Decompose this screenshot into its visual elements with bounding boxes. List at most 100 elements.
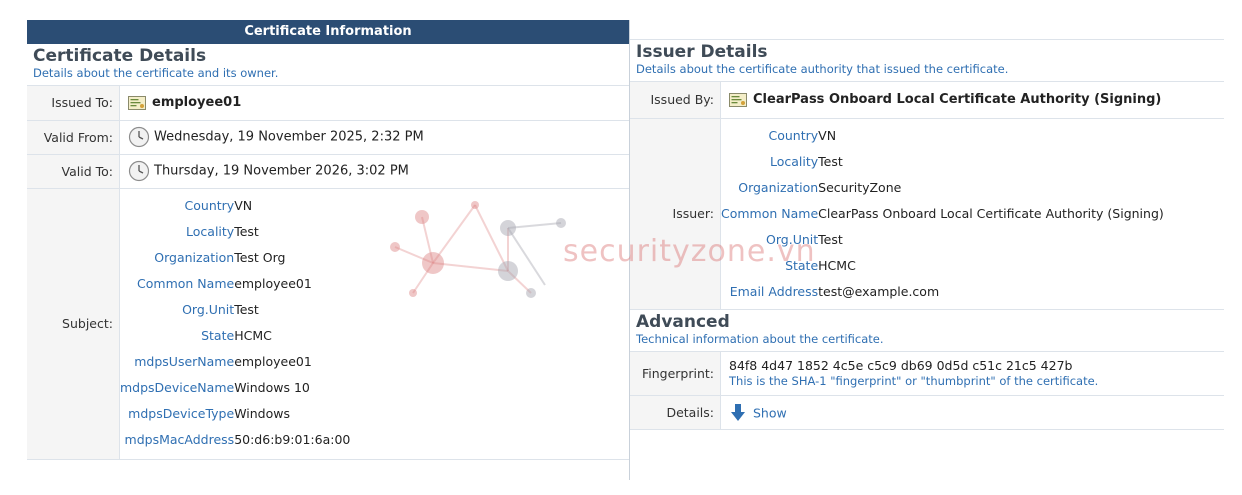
field-row: Email Address test@example.com xyxy=(721,279,1164,305)
certificate-icon xyxy=(729,92,747,107)
field-value: Test Org xyxy=(234,250,286,265)
field-key: mdpsMacAddress xyxy=(124,432,235,447)
field-row: mdpsDeviceName Windows 10 xyxy=(120,375,350,401)
fingerprint-value: 84f8 4d47 1852 4c5e c5c9 db69 0d5d c51c … xyxy=(729,358,1073,374)
fingerprint-note: This is the SHA-1 "fingerprint" or "thum… xyxy=(729,374,1099,389)
issued-by-cell: ClearPass Onboard Local Certificate Auth… xyxy=(720,82,1224,119)
details-label: Details: xyxy=(630,395,721,430)
field-value: Test xyxy=(234,224,259,239)
field-key: Country xyxy=(184,198,235,213)
field-key: mdpsDeviceName xyxy=(120,380,235,395)
issued-to-cell: employee01 xyxy=(119,86,629,121)
clock-icon xyxy=(128,160,150,182)
field-key: Country xyxy=(768,128,819,143)
valid-to-value: Thursday, 19 November 2026, 3:02 PM xyxy=(154,163,409,179)
valid-from-cell: Wednesday, 19 November 2025, 2:32 PM xyxy=(119,120,629,155)
issued-to-row: Issued To: employee01 xyxy=(27,86,629,121)
valid-from-value: Wednesday, 19 November 2025, 2:32 PM xyxy=(154,129,424,145)
issuer-details-header: Issuer Details Details about the certifi… xyxy=(630,40,1224,82)
field-value: HCMC xyxy=(818,258,856,273)
field-row: Locality Test xyxy=(721,149,1164,175)
field-key: State xyxy=(201,328,235,343)
field-key: Org.Unit xyxy=(766,232,819,247)
issuer-cell: Country VN Locality Test Organization Securit… xyxy=(720,118,1224,310)
field-row: mdpsUserName employee01 xyxy=(120,349,350,375)
subject-cell: Country VN Locality Test Organization Test Or… xyxy=(119,188,629,460)
field-value: employee01 xyxy=(234,276,312,291)
certificate-details-header: Certificate Details Details about the ce… xyxy=(27,44,629,86)
arrow-down-icon[interactable] xyxy=(729,403,747,423)
advanced-header: Advanced Technical information about the… xyxy=(630,310,1224,352)
top-divider xyxy=(630,20,1224,40)
issued-to-label: Issued To: xyxy=(27,86,120,121)
certificate-details-title: Certificate Details xyxy=(33,46,207,66)
field-key: mdpsUserName xyxy=(134,354,235,369)
field-key: Common Name xyxy=(721,206,819,221)
issuer-row: Issuer: Country VN Locality Test Organizatio… xyxy=(630,118,1224,310)
valid-to-cell: Thursday, 19 November 2026, 3:02 PM xyxy=(119,154,629,189)
field-key: mdpsDeviceType xyxy=(128,406,235,421)
certificate-details-subtitle: Details about the certificate and its ow… xyxy=(33,66,279,80)
field-value: Test xyxy=(818,154,843,169)
field-key: Organization xyxy=(738,180,819,195)
field-row: Common Name ClearPass Onboard Local Certi… xyxy=(721,201,1164,227)
field-value: VN xyxy=(234,198,253,213)
field-row: Country VN xyxy=(120,193,350,219)
field-key: Common Name xyxy=(137,276,235,291)
issued-by-row: Issued By: ClearPass Onboard Local Certi… xyxy=(630,82,1224,119)
subject-fields: Country VN Locality Test Organization Test Or… xyxy=(120,193,350,453)
field-row: mdpsMacAddress 50:d6:b9:01:6a:00 xyxy=(120,427,351,453)
field-value: Test xyxy=(234,302,259,317)
certificate-details-table: Issued To: employee01 Valid From: Wednes… xyxy=(27,86,629,460)
field-value: test@example.com xyxy=(818,284,940,299)
subject-label: Subject: xyxy=(27,188,120,460)
field-value: Windows xyxy=(234,406,290,421)
field-key: Organization xyxy=(154,250,235,265)
field-value: Test xyxy=(818,232,843,247)
field-row: Country VN xyxy=(721,123,1164,149)
fingerprint-row: Fingerprint: 84f8 4d47 1852 4c5e c5c9 db… xyxy=(630,351,1224,396)
details-row: Details: Show xyxy=(630,395,1224,430)
field-key: Email Address xyxy=(729,284,819,299)
valid-from-label: Valid From: xyxy=(27,120,120,155)
field-value: ClearPass Onboard Local Certificate Auth… xyxy=(818,206,1164,221)
field-key: Org.Unit xyxy=(182,302,235,317)
field-value: VN xyxy=(818,128,837,143)
field-row: Locality Test xyxy=(120,219,350,245)
field-key: Locality xyxy=(769,154,819,169)
issuer-details-subtitle: Details about the certificate authority … xyxy=(636,62,1009,76)
field-row: Org.Unit Test xyxy=(120,297,350,323)
issuer-label: Issuer: xyxy=(630,118,721,310)
field-value: HCMC xyxy=(234,328,272,343)
issuer-details-title: Issuer Details xyxy=(636,42,768,62)
field-row: Common Name employee01 xyxy=(120,271,350,297)
fingerprint-label: Fingerprint: xyxy=(630,351,721,396)
advanced-table: Fingerprint: 84f8 4d47 1852 4c5e c5c9 db… xyxy=(630,351,1224,430)
issuer-panel: Issuer Details Details about the certifi… xyxy=(630,20,1224,460)
field-value: 50:d6:b9:01:6a:00 xyxy=(234,432,351,447)
issuer-details-table: Issued By: ClearPass Onboard Local Certi… xyxy=(630,82,1224,310)
advanced-subtitle: Technical information about the certific… xyxy=(636,331,884,346)
field-row: Org.Unit Test xyxy=(721,227,1164,253)
details-cell: Show xyxy=(720,395,1224,430)
field-row: Organization Test Org xyxy=(120,245,350,271)
issued-by-value: ClearPass Onboard Local Certificate Auth… xyxy=(753,92,1162,108)
field-row: mdpsDeviceType Windows xyxy=(120,401,350,427)
field-value: employee01 xyxy=(234,354,312,369)
field-value: Windows 10 xyxy=(234,380,310,395)
valid-from-row: Valid From: Wednesday, 19 November 2025,… xyxy=(27,120,629,155)
clock-icon xyxy=(128,126,150,148)
certificate-information-banner: Certificate Information xyxy=(27,20,629,44)
valid-to-row: Valid To: Thursday, 19 November 2026, 3:… xyxy=(27,154,629,189)
field-key: Locality xyxy=(186,224,235,239)
show-details-link[interactable]: Show xyxy=(753,405,787,420)
field-row: State HCMC xyxy=(721,253,1164,279)
fingerprint-cell: 84f8 4d47 1852 4c5e c5c9 db69 0d5d c51c … xyxy=(720,351,1224,396)
issued-by-label: Issued By: xyxy=(630,82,721,119)
field-value: SecurityZone xyxy=(818,180,902,195)
field-row: Organization SecurityZone xyxy=(721,175,1164,201)
certificate-icon xyxy=(128,95,146,110)
field-key: State xyxy=(785,258,819,273)
issuer-fields: Country VN Locality Test Organization Securit… xyxy=(721,123,1164,305)
subject-row: Subject: Country VN Locality Test Organizati… xyxy=(27,188,629,460)
